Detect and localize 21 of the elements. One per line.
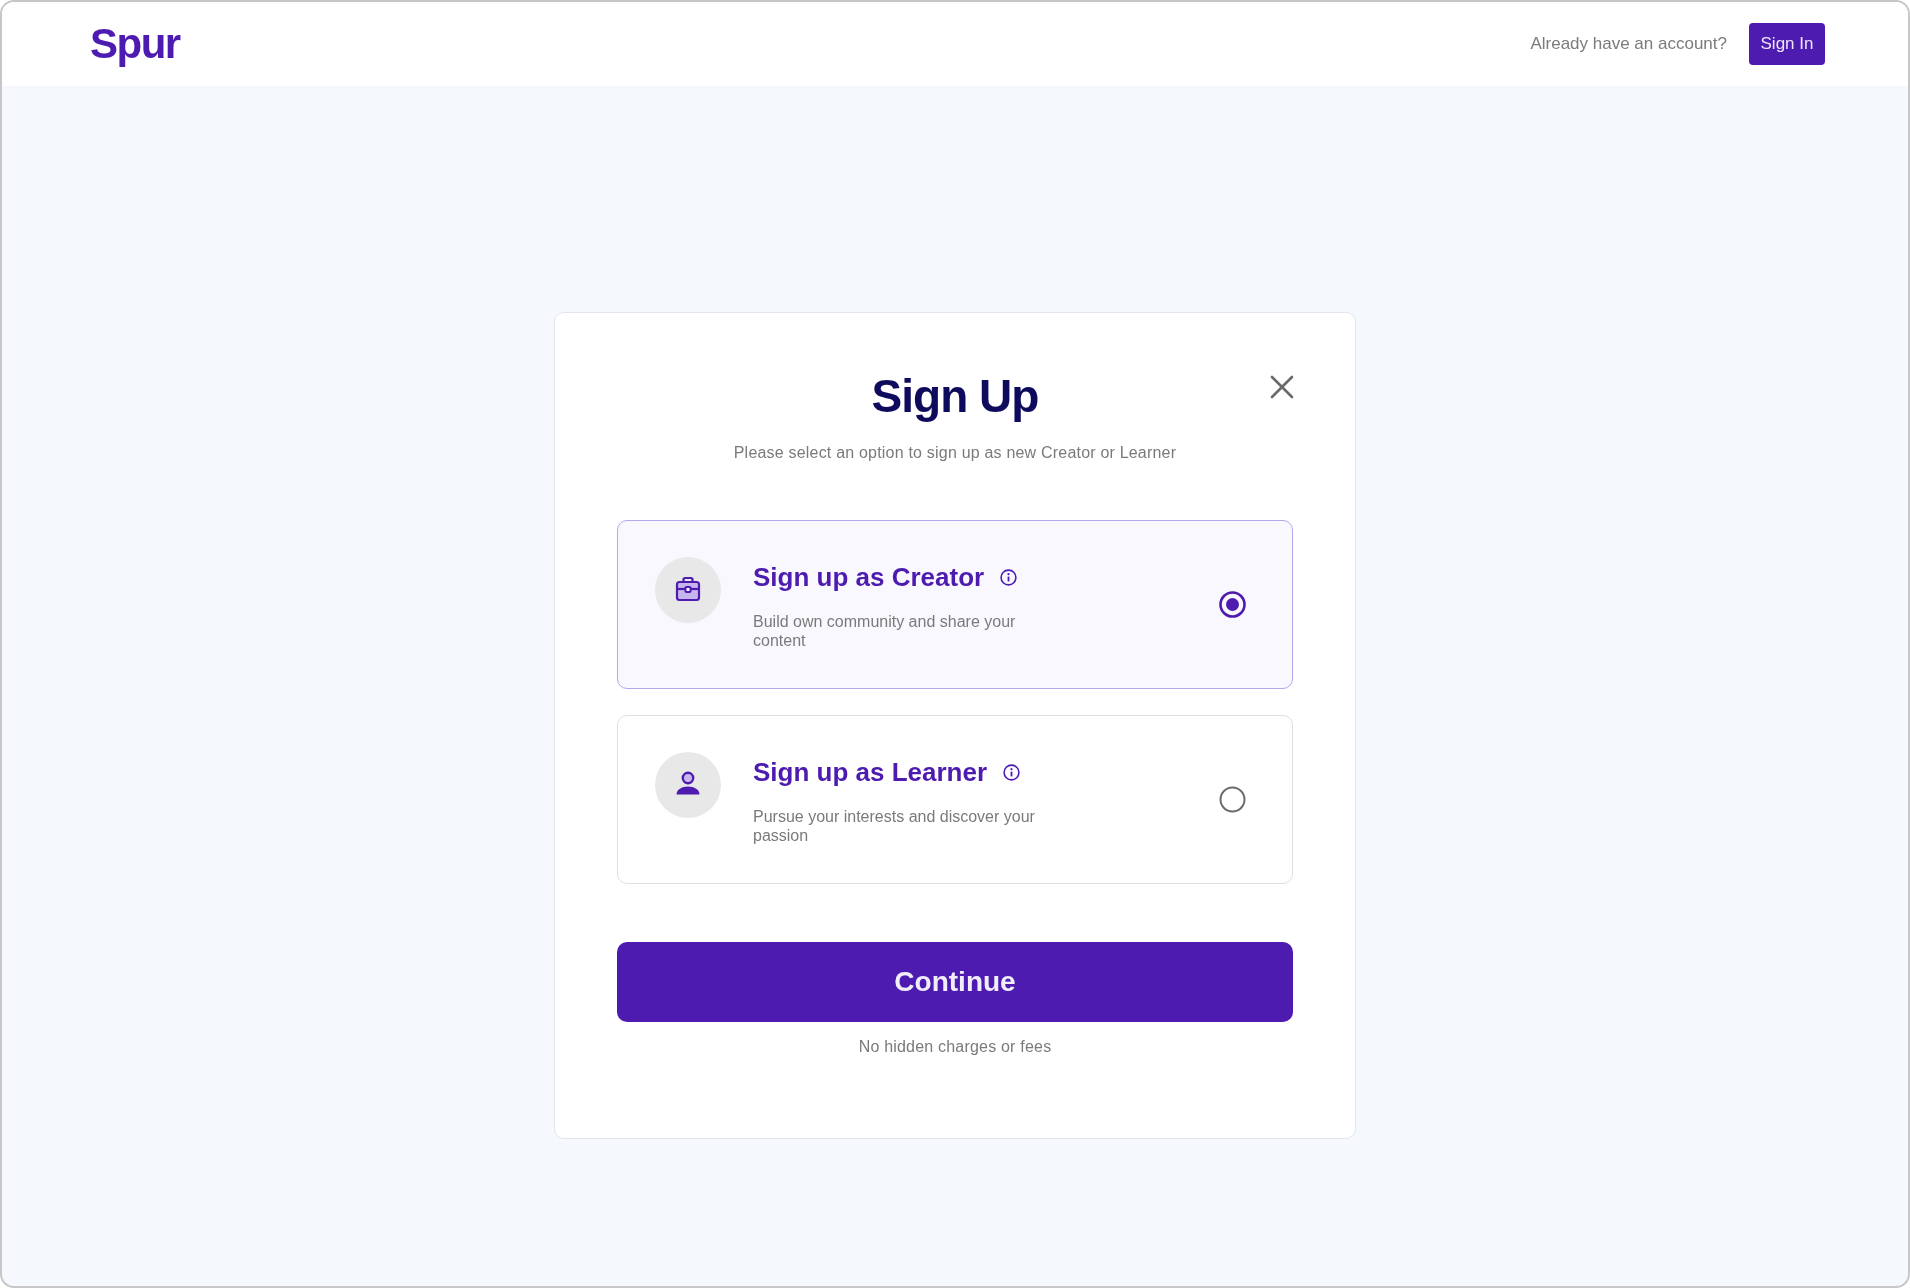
option-card[interactable]: Sign up as Learner Pursue your interests and discover your passion bbox=[617, 715, 1293, 884]
sign-in-button[interactable]: Sign In bbox=[1749, 23, 1825, 65]
option-title: Sign up as Creator bbox=[753, 561, 985, 594]
logo[interactable]: Spur bbox=[90, 19, 180, 69]
briefcase-icon bbox=[655, 557, 721, 623]
option-title: Sign up as Learner bbox=[753, 756, 988, 789]
continue-button[interactable]: Continue bbox=[617, 942, 1293, 1022]
account-prompt: Already have an account? bbox=[1530, 34, 1727, 54]
info-icon[interactable] bbox=[1000, 568, 1018, 586]
radio-button[interactable] bbox=[1219, 591, 1246, 618]
dialog-subtitle: Please select an option to sign up as new Creator or Learner bbox=[732, 443, 1178, 463]
pricing-note: No hidden charges or fees bbox=[857, 1037, 1053, 1057]
close-button[interactable] bbox=[1268, 373, 1296, 401]
dialog-title: Sign Up bbox=[871, 369, 1039, 424]
option-card[interactable]: Sign up as Creator Build own community and share your content bbox=[617, 520, 1293, 689]
info-icon[interactable] bbox=[1003, 763, 1021, 781]
person-icon bbox=[655, 752, 721, 818]
radio-button[interactable] bbox=[1219, 786, 1246, 813]
close-icon bbox=[1270, 375, 1294, 399]
option-description: Pursue your interests and discover your passion bbox=[753, 807, 1036, 845]
option-description: Build own community and share your content bbox=[753, 612, 1017, 650]
